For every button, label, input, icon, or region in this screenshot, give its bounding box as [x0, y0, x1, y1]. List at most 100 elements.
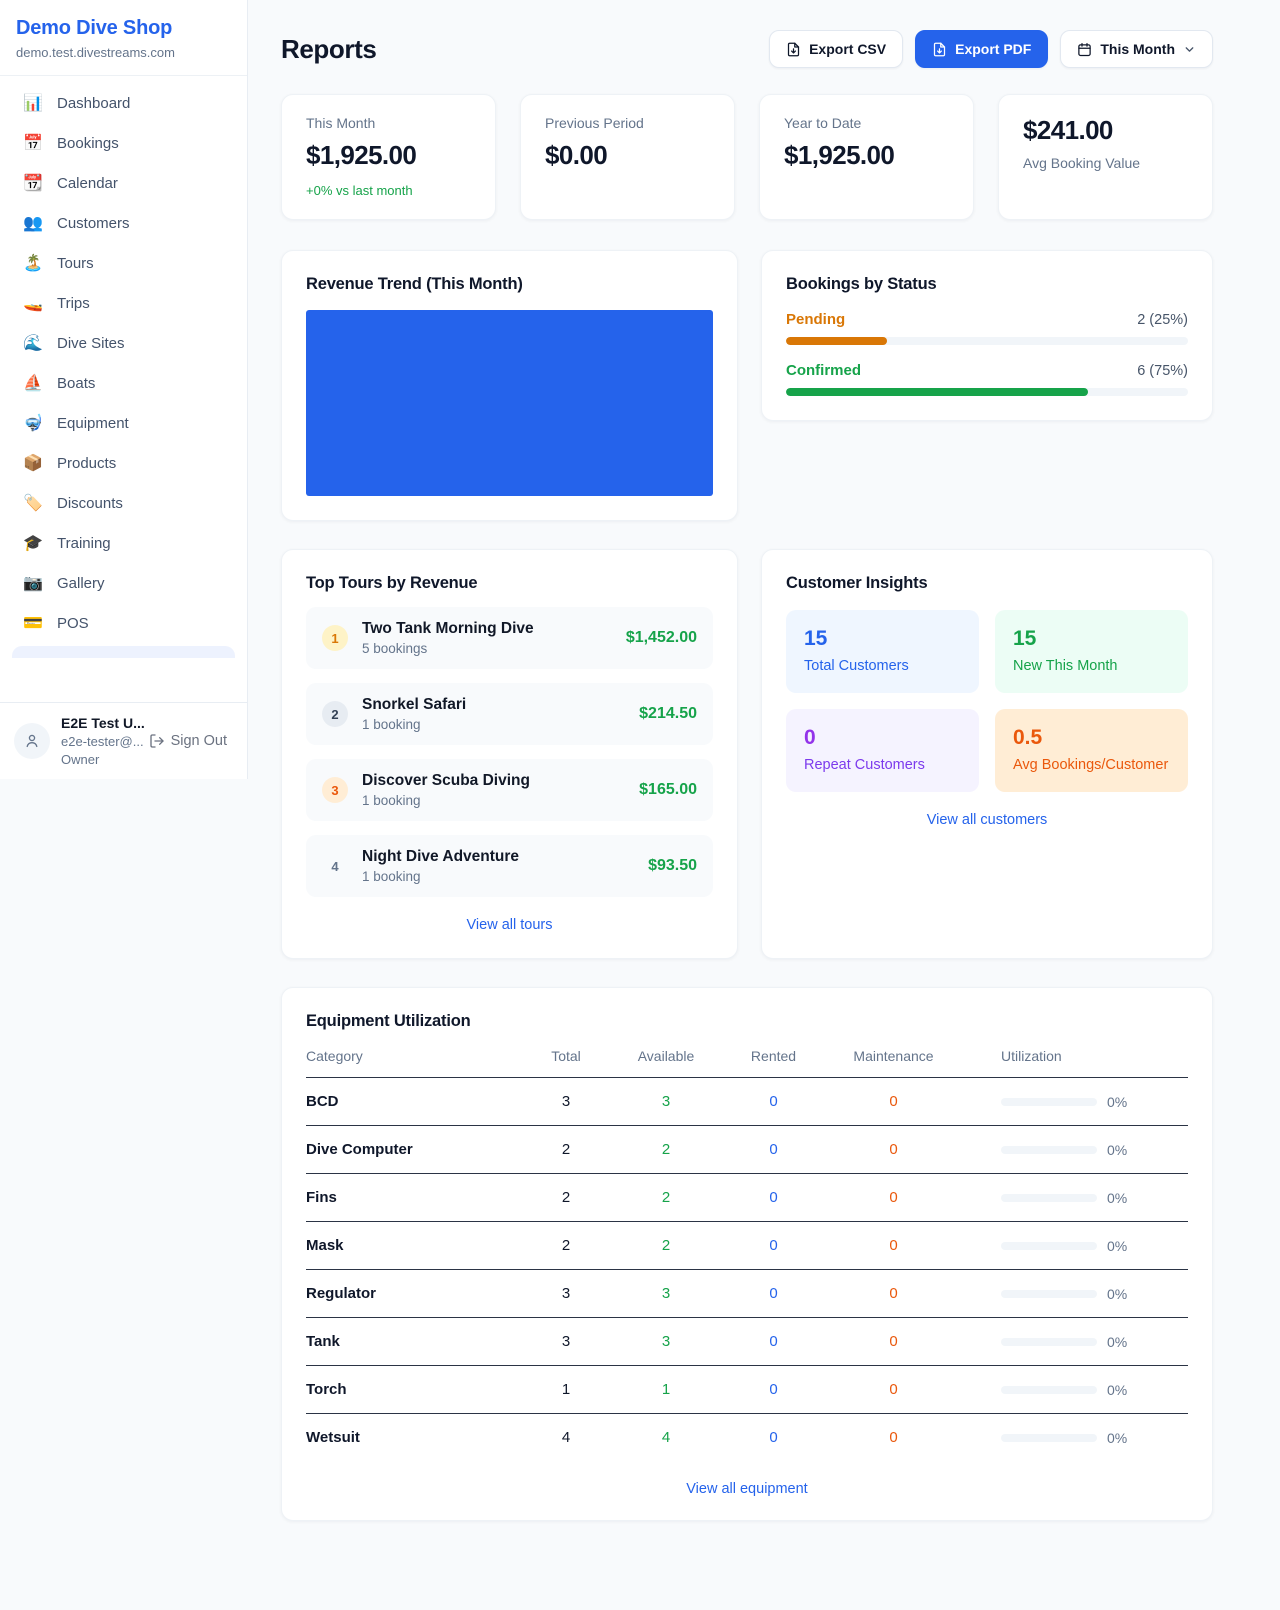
brand-domain: demo.test.divestreams.com: [16, 45, 231, 60]
tile-value: 0: [804, 726, 961, 750]
export-csv-button[interactable]: Export CSV: [769, 30, 903, 68]
progress-track: [786, 388, 1188, 396]
user-meta: E2E Test U... e2e-tester@... Owner: [61, 715, 132, 767]
tour-name: Discover Scuba Diving: [362, 772, 625, 790]
view-all-tours-link[interactable]: View all tours: [306, 916, 713, 934]
panel-title: Bookings by Status: [786, 275, 1188, 294]
sidebar-item-equipment[interactable]: 🤿 Equipment: [12, 406, 235, 441]
stat-label: Avg Booking Value: [1023, 155, 1188, 171]
equipment-total: 3: [521, 1285, 611, 1302]
equipment-total: 3: [521, 1093, 611, 1110]
tour-bookings: 1 booking: [362, 793, 625, 808]
progress-track: [786, 337, 1188, 345]
sidebar-item-tours[interactable]: 🏝️ Tours: [12, 246, 235, 281]
tile-label: Repeat Customers: [804, 757, 961, 773]
sidebar-item-label: Equipment: [57, 415, 129, 432]
sidebar-item-pos[interactable]: 💳 POS: [12, 606, 235, 641]
equipment-total: 2: [521, 1189, 611, 1206]
status-row-confirmed: Confirmed 6 (75%): [786, 362, 1188, 396]
panel-title: Customer Insights: [786, 574, 1188, 593]
tour-row: 4 Night Dive Adventure 1 booking $93.50: [306, 835, 713, 897]
insight-tile-repeat-customers: 0 Repeat Customers: [786, 709, 979, 792]
tour-bookings: 1 booking: [362, 869, 634, 884]
tile-value: 0.5: [1013, 726, 1170, 750]
tour-name: Night Dive Adventure: [362, 848, 634, 866]
sidebar-item-calendar[interactable]: 📆 Calendar: [12, 166, 235, 201]
period-label: This Month: [1100, 41, 1175, 57]
top-tours-panel: Top Tours by Revenue 1 Two Tank Morning …: [281, 549, 738, 959]
sidebar-item-boats[interactable]: ⛵ Boats: [12, 366, 235, 401]
equipment-category: Tank: [306, 1333, 521, 1350]
sidebar-item-dashboard[interactable]: 📊 Dashboard: [12, 86, 235, 121]
equipment-maintenance: 0: [826, 1381, 961, 1398]
stat-value: $1,925.00: [306, 140, 471, 171]
sidebar-item-label: Dive Sites: [57, 335, 125, 352]
sidebar-item-bookings[interactable]: 📅 Bookings: [12, 126, 235, 161]
stat-label: Year to Date: [784, 115, 949, 131]
stat-label: Previous Period: [545, 115, 710, 131]
equipment-available: 2: [611, 1237, 721, 1254]
status-label: Confirmed: [786, 362, 861, 379]
export-pdf-button[interactable]: Export PDF: [915, 30, 1048, 68]
sidebar-item-label: Dashboard: [57, 95, 130, 112]
sidebar-item-reports-active-partial[interactable]: [12, 646, 235, 658]
sidebar-item-gallery[interactable]: 📷 Gallery: [12, 566, 235, 601]
page-header: Reports Export CSV Export PDF This Month: [281, 30, 1213, 68]
col-header-category: Category: [306, 1048, 521, 1064]
utilization-track: [1001, 1290, 1097, 1298]
customer-insights-panel: Customer Insights 15 Total Customers 15 …: [761, 549, 1213, 959]
equipment-maintenance: 0: [826, 1141, 961, 1158]
view-all-customers-link[interactable]: View all customers: [786, 811, 1188, 829]
table-row: Torch 1 1 0 0 0%: [306, 1366, 1188, 1414]
file-download-icon: [786, 42, 801, 57]
utilization-percent: 0%: [1107, 1190, 1127, 1206]
sidebar-item-label: Trips: [57, 295, 90, 312]
sidebar-item-label: Tours: [57, 255, 94, 272]
wave-icon: 🌊: [22, 336, 44, 352]
equipment-rented: 0: [721, 1141, 826, 1158]
insight-tile-new-this-month: 15 New This Month: [995, 610, 1188, 693]
sidebar-item-products[interactable]: 📦 Products: [12, 446, 235, 481]
progress-fill-confirmed: [786, 388, 1088, 396]
sign-out-button[interactable]: Sign Out: [143, 732, 233, 750]
tour-row: 2 Snorkel Safari 1 booking $214.50: [306, 683, 713, 745]
tour-row: 1 Two Tank Morning Dive 5 bookings $1,45…: [306, 607, 713, 669]
equipment-maintenance: 0: [826, 1093, 961, 1110]
utilization-percent: 0%: [1107, 1094, 1127, 1110]
col-header-rented: Rented: [721, 1048, 826, 1064]
sidebar-item-label: Customers: [57, 215, 130, 232]
equipment-rented: 0: [721, 1381, 826, 1398]
period-select[interactable]: This Month: [1060, 30, 1213, 68]
equipment-utilization-panel: Equipment Utilization Category Total Ava…: [281, 987, 1213, 1521]
rank-badge: 4: [322, 853, 348, 879]
person-icon: [23, 732, 41, 750]
sidebar-item-trips[interactable]: 🚤 Trips: [12, 286, 235, 321]
view-all-equipment-link[interactable]: View all equipment: [306, 1480, 1188, 1498]
brand: Demo Dive Shop demo.test.divestreams.com: [0, 0, 247, 76]
sidebar-item-training[interactable]: 🎓 Training: [12, 526, 235, 561]
rank-badge: 1: [322, 625, 348, 651]
sidebar-user-footer: E2E Test U... e2e-tester@... Owner Sign …: [0, 702, 247, 779]
sidebar-item-dive-sites[interactable]: 🌊 Dive Sites: [12, 326, 235, 361]
utilization-track: [1001, 1194, 1097, 1202]
sidebar-item-label: Boats: [57, 375, 95, 392]
tour-row: 3 Discover Scuba Diving 1 booking $165.0…: [306, 759, 713, 821]
sidebar-item-label: POS: [57, 615, 89, 632]
equipment-available: 3: [611, 1093, 721, 1110]
insight-tile-total-customers: 15 Total Customers: [786, 610, 979, 693]
sidebar-item-discounts[interactable]: 🏷️ Discounts: [12, 486, 235, 521]
table-row: BCD 3 3 0 0 0%: [306, 1078, 1188, 1126]
insight-tiles: 15 Total Customers 15 New This Month 0 R…: [786, 610, 1188, 792]
sidebar-item-customers[interactable]: 👥 Customers: [12, 206, 235, 241]
tile-label: Avg Bookings/Customer: [1013, 757, 1170, 773]
equipment-table-header: Category Total Available Rented Maintena…: [306, 1031, 1188, 1078]
brand-name: Demo Dive Shop: [16, 17, 231, 40]
calendar-icon: 📆: [22, 176, 44, 192]
equipment-maintenance: 0: [826, 1189, 961, 1206]
file-download-icon: [932, 42, 947, 57]
panel-title: Equipment Utilization: [306, 1012, 1188, 1031]
chevron-down-icon: [1183, 43, 1196, 56]
equipment-maintenance: 0: [826, 1237, 961, 1254]
bookings-by-status-panel: Bookings by Status Pending 2 (25%) Confi…: [761, 250, 1213, 421]
equipment-category: Dive Computer: [306, 1141, 521, 1158]
